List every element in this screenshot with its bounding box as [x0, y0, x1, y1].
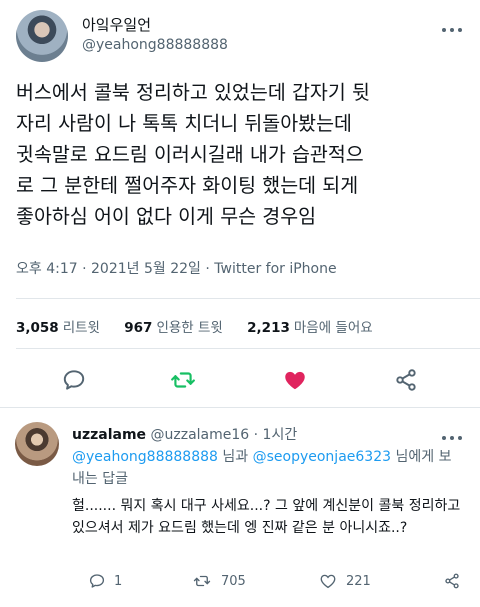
reply-header: uzzalame @uzzalame16 · 1시간: [72, 424, 297, 444]
share-icon[interactable]: [393, 367, 419, 393]
tweet-stats: 3,058 리트윗 967 인용한 트윗 2,213 마음에 들어요: [16, 316, 393, 336]
tweet-time[interactable]: 오후 4:17: [16, 261, 78, 277]
reply-retweet-action[interactable]: 705: [191, 572, 246, 592]
like-count: 2,213: [247, 320, 290, 336]
divider: [16, 298, 480, 299]
divider: [16, 348, 480, 349]
share-icon[interactable]: [443, 572, 461, 590]
retweet-icon[interactable]: [170, 367, 196, 393]
reply-like-count: 221: [346, 573, 371, 589]
retweet-label: 리트윗: [62, 320, 100, 336]
tweet-source[interactable]: Twitter for iPhone: [214, 261, 336, 277]
reply-more-options-icon[interactable]: [440, 434, 464, 442]
reply-retweet-count: 705: [221, 573, 246, 589]
reply-reply-action[interactable]: 1: [88, 572, 122, 592]
retweet-icon[interactable]: [191, 572, 213, 590]
reply-like-action[interactable]: 221: [318, 572, 371, 592]
reply-mention-link[interactable]: @yeahong88888888: [72, 449, 218, 465]
reply-author-avatar[interactable]: [15, 422, 59, 466]
retweet-stat[interactable]: 3,058 리트윗: [16, 320, 120, 336]
tweet-text: 버스에서 콜북 정리하고 있었는데 갑자기 뒷 자리 사람이 나 톡톡 치더니 …: [16, 81, 370, 228]
author-display-name[interactable]: 아잌우일언: [82, 14, 151, 35]
replying-and: 님과: [222, 449, 249, 465]
reply-separator: ·: [253, 427, 259, 443]
author-handle[interactable]: @yeahong88888888: [82, 37, 228, 53]
like-stat[interactable]: 2,213 마음에 들어요: [247, 320, 393, 336]
divider: [0, 407, 480, 408]
like-label: 마음에 들어요: [293, 320, 373, 336]
more-options-icon[interactable]: [440, 26, 464, 34]
quote-label: 인용한 트윗: [156, 320, 223, 336]
reply-author-name[interactable]: uzzalame: [72, 427, 146, 443]
tweet-meta: 오후 4:17 · 2021년 5월 22일 · Twitter for iPh…: [16, 258, 337, 278]
tweet-date[interactable]: 2021년 5월 22일: [91, 261, 201, 277]
replying-to: @yeahong88888888 님과 @seopyeonjae6323 님에게…: [72, 446, 464, 490]
quote-stat[interactable]: 967 인용한 트윗: [124, 320, 243, 336]
reply-icon[interactable]: [88, 572, 106, 590]
retweet-count: 3,058: [16, 320, 59, 336]
author-avatar[interactable]: [16, 10, 68, 62]
meta-separator: ·: [205, 261, 210, 277]
reply-reply-count: 1: [114, 573, 123, 589]
quote-count: 967: [124, 320, 153, 336]
reply-text: 헐....... 뭐지 혹시 대구 사세요...? 그 앞에 계신분이 콜북 정…: [72, 498, 461, 536]
like-icon[interactable]: [282, 367, 308, 393]
reply-author-handle[interactable]: @uzzalame16: [151, 427, 250, 443]
reply-mention-link[interactable]: @seopyeonjae6323: [253, 449, 391, 465]
heart-outline-icon[interactable]: [318, 572, 338, 590]
reply-time[interactable]: 1시간: [263, 427, 298, 443]
reply-icon[interactable]: [61, 367, 87, 393]
reply-share-action[interactable]: [443, 572, 461, 592]
meta-separator: ·: [82, 261, 87, 277]
